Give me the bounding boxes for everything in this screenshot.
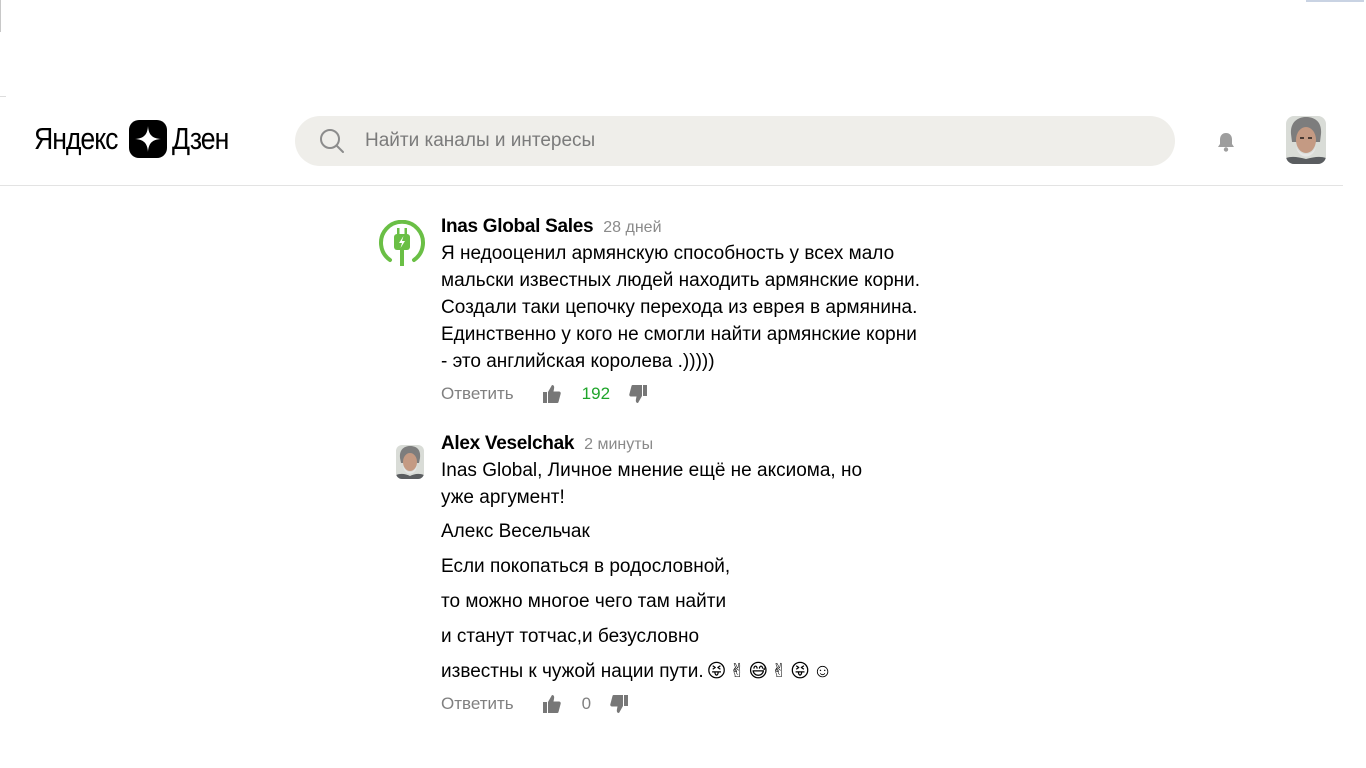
comment-time: 28 дней xyxy=(603,219,662,236)
poem-line: Если покопаться в родословной, xyxy=(441,556,731,577)
comment-actions: Ответить 0 xyxy=(441,692,981,716)
thumbs-down-icon[interactable] xyxy=(628,383,648,405)
commenter-avatar[interactable] xyxy=(396,445,424,479)
comment-line: - это английская королева .))))) xyxy=(441,351,715,372)
comment-header: Inas Global Sales 28 дней xyxy=(441,216,981,240)
comment-header: Alex Veselchak 2 минуты xyxy=(441,433,981,457)
comment-line: мальски известных людей находить армянск… xyxy=(441,270,921,291)
comment-line: Единственно у кого не смогли найти армян… xyxy=(441,324,917,345)
yandex-zen-logo[interactable]: Яндекс Дзен xyxy=(34,120,238,158)
smiling-face-emoji: ☺ xyxy=(812,661,833,683)
like-count: 192 xyxy=(581,384,611,403)
like-count: 0 xyxy=(581,694,592,714)
window-edge xyxy=(0,0,1,32)
victory-hand-emoji: ✌ xyxy=(771,661,788,683)
poem-line-last: известны к чужой нации пути. 😝 ✌ 😅 ✌ 😝 ☺ xyxy=(441,658,981,685)
comment-line: Я недооценил армянскую способность у все… xyxy=(441,243,895,264)
reply-button[interactable]: Ответить xyxy=(441,694,514,714)
comment-author[interactable]: Alex Veselchak xyxy=(441,433,574,455)
comment-poem: Алекс Весельчак Если покопаться в родосл… xyxy=(441,518,981,685)
comment-text: Я недооценил армянскую способность у все… xyxy=(441,240,981,375)
search-icon xyxy=(319,128,345,154)
comment-body: Inas Global Sales 28 дней Я недооценил а… xyxy=(441,216,981,406)
reply-button[interactable]: Ответить xyxy=(441,384,514,404)
logo-text-yandex: Яндекс xyxy=(34,121,118,156)
comment-actions: Ответить 192 xyxy=(441,382,981,406)
squinting-tongue-emoji: 😝 xyxy=(790,661,810,683)
plug-icon[interactable] xyxy=(378,219,426,268)
user-avatar[interactable] xyxy=(1286,116,1326,164)
poem-line: известны к чужой нации пути. xyxy=(441,661,704,682)
squinting-tongue-emoji: 😝 xyxy=(706,661,727,683)
window-edge-right xyxy=(1306,0,1364,2)
thumbs-up-icon[interactable] xyxy=(542,693,562,715)
search-bar[interactable] xyxy=(295,116,1175,166)
search-input[interactable] xyxy=(365,130,1125,152)
bell-icon[interactable] xyxy=(1214,130,1238,154)
poem-line: Алекс Весельчак xyxy=(441,521,590,542)
zen-star-icon xyxy=(129,120,167,158)
comment-author[interactable]: Inas Global Sales xyxy=(441,216,594,238)
comment-line: Inas Global, Личное мнение ещё не аксиом… xyxy=(441,460,863,481)
comment-body: Alex Veselchak 2 минуты Inas Global, Лич… xyxy=(441,433,981,716)
thumbs-up-icon[interactable] xyxy=(542,383,562,405)
top-header: Яндекс Дзен xyxy=(0,96,1343,186)
poem-line: то можно многое чего там найти xyxy=(441,591,727,612)
comment-time: 2 минуты xyxy=(584,436,654,453)
grinning-sweat-emoji: 😅 xyxy=(748,661,769,683)
comment-line: Создали таки цепочку перехода из еврея в… xyxy=(441,297,918,318)
comment-line: уже аргумент! xyxy=(441,487,565,508)
comment-text: Inas Global, Личное мнение ещё не аксиом… xyxy=(441,457,981,685)
poem-line: и станут тотчас,и безусловно xyxy=(441,626,700,647)
thumbs-down-icon[interactable] xyxy=(609,693,629,715)
victory-hand-emoji: ✌ xyxy=(729,661,746,683)
logo-text-zen: Дзен xyxy=(172,121,229,156)
